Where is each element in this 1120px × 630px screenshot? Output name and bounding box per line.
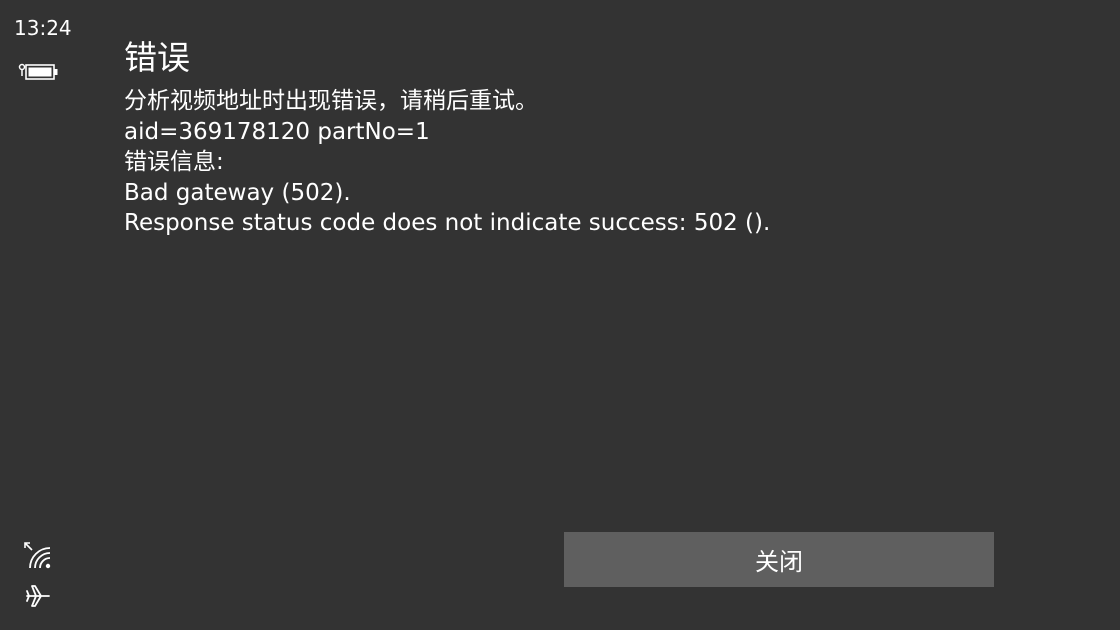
close-button[interactable]: 关闭 [564,532,994,587]
video-id-info: aid=369178120 partNo=1 [124,118,430,145]
battery-icon [18,63,58,80]
wifi-icon [24,542,51,569]
error-detail-line: Response status code does not indicate s… [124,210,771,236]
airplane-mode-icon [26,585,50,607]
error-detail-line: Bad gateway (502). [124,179,351,206]
status-bar: 13:24 [0,0,80,630]
dialog-title: 错误 [124,38,190,77]
error-message: 分析视频地址时出现错误，请稍后重试。 [124,88,538,114]
error-info-heading: 错误信息: [124,149,224,175]
clock: 13:24 [14,16,72,40]
error-dialog: 错误 分析视频地址时出现错误，请稍后重试。 aid=369178120 part… [124,36,1024,239]
